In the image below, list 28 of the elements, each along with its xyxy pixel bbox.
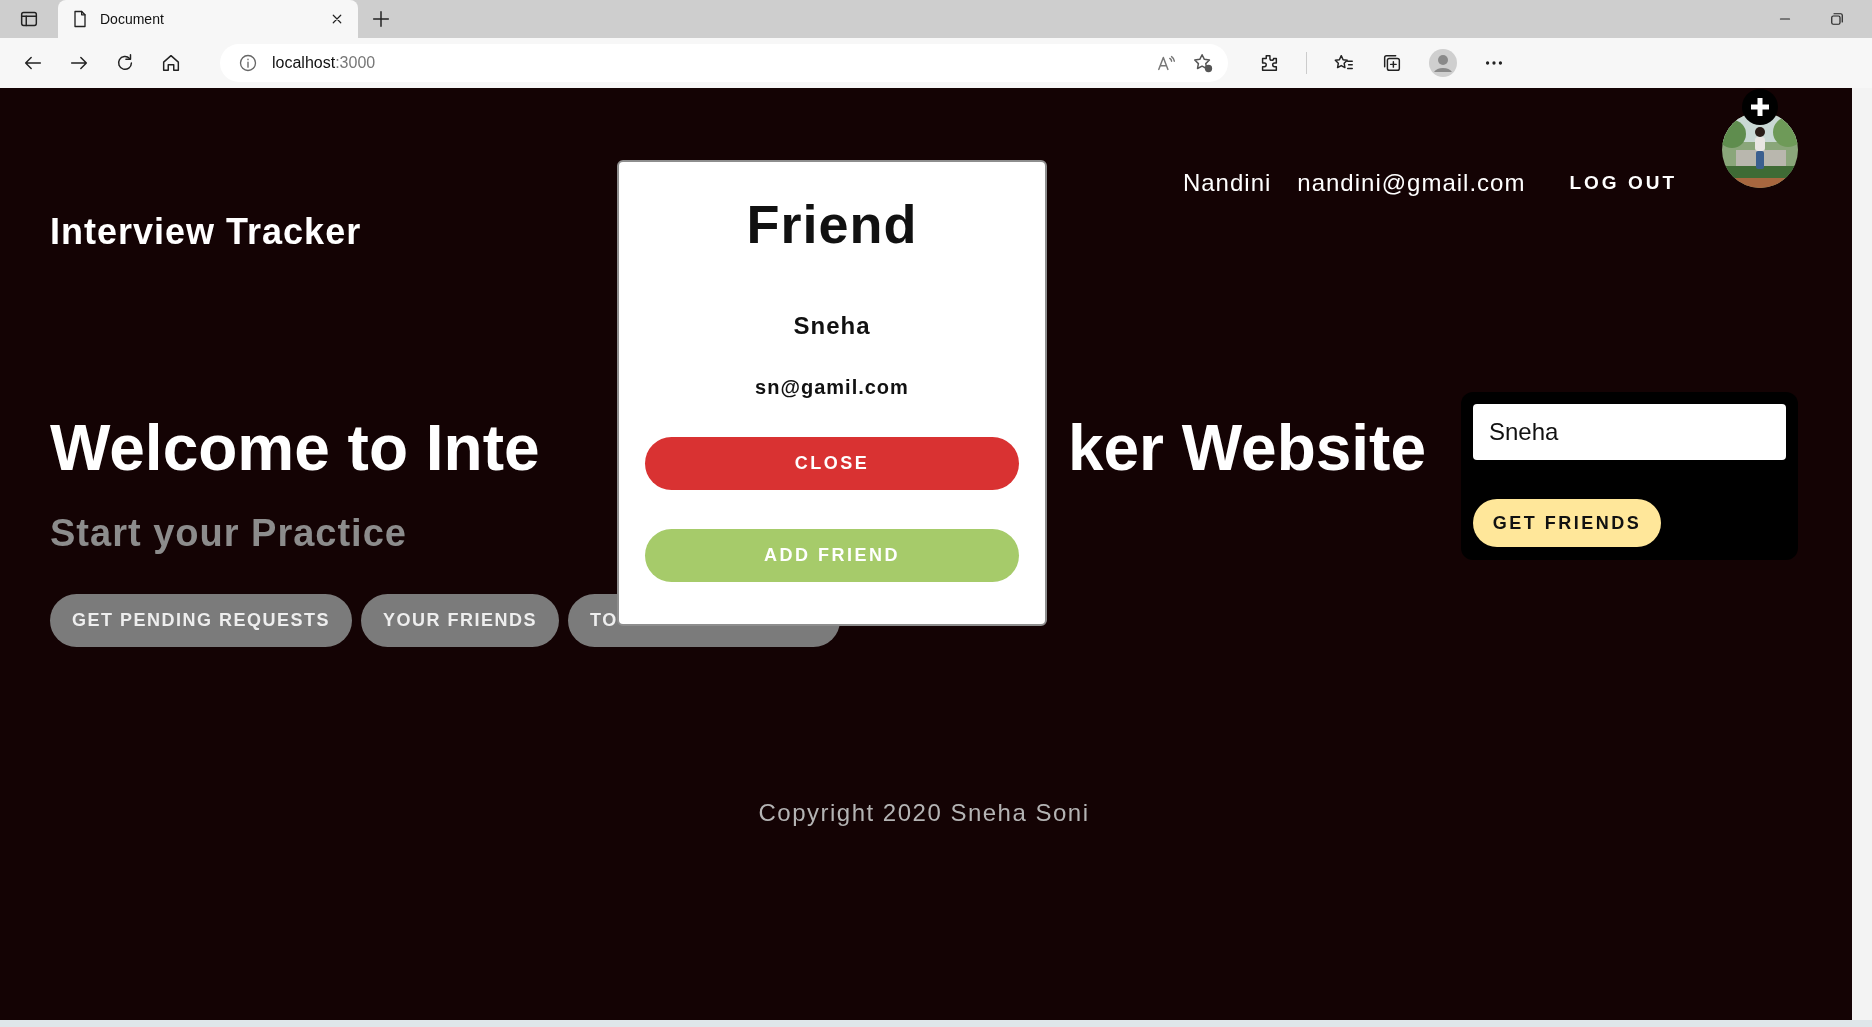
get-friends-button[interactable]: GET FRIENDS	[1473, 499, 1661, 547]
search-field[interactable]: Sneha	[1473, 404, 1786, 460]
plus-icon[interactable]	[370, 8, 392, 30]
browser-tab[interactable]: Document	[58, 0, 358, 38]
scrollbar[interactable]	[1852, 88, 1872, 1020]
brand-title: Interview Tracker	[50, 211, 362, 253]
url-text: localhost:3000	[272, 54, 377, 72]
logout-button[interactable]: LOG OUT	[1569, 168, 1677, 198]
user-email: nandini@gmail.com	[1297, 168, 1526, 198]
address-bar[interactable]: localhost:3000	[220, 44, 1228, 82]
user-name: Nandini	[1182, 168, 1272, 198]
favorite-add-icon[interactable]	[1192, 52, 1214, 74]
dialog-title: Friend	[746, 193, 918, 256]
close-button[interactable]: CLOSE	[645, 437, 1019, 490]
menu-button[interactable]: YOUR FRIENDS	[361, 594, 560, 647]
profile-icon[interactable]	[1429, 49, 1457, 77]
welcome-heading: Welcome to Inte	[50, 411, 540, 486]
copyright-text: Copyright 2020 Sneha Soni	[757, 799, 1091, 827]
menu-button[interactable]: GET PENDING REQUESTS	[50, 594, 353, 647]
info-icon	[238, 53, 258, 73]
friend-name: Sneha	[793, 311, 871, 341]
collections-icon[interactable]	[1381, 52, 1403, 74]
add-icon[interactable]	[1742, 89, 1778, 125]
home-icon[interactable]	[160, 52, 182, 74]
welcome-heading: ker Website	[1067, 411, 1426, 486]
subtitle: Start your Practice	[50, 511, 407, 556]
friend-email: sn@gamil.com	[755, 375, 909, 400]
restore-icon[interactable]	[1828, 10, 1846, 28]
